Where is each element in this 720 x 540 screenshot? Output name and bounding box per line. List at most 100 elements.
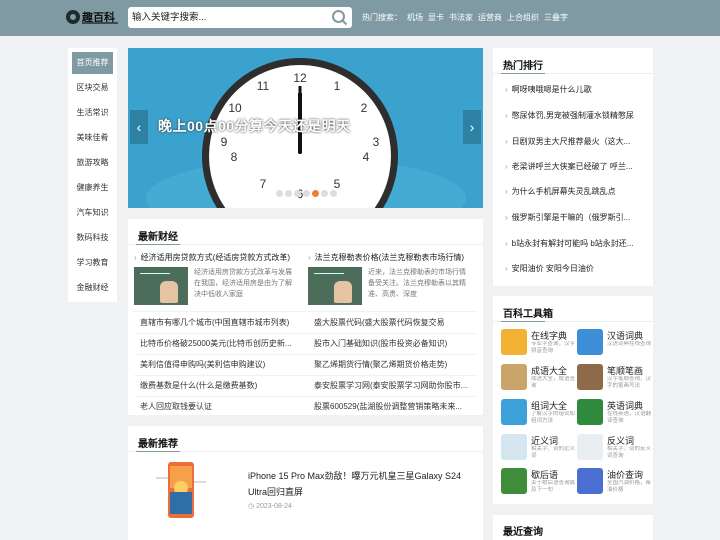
- finance-list-item[interactable]: 老人回应取钱要认证: [140, 396, 302, 417]
- toolbox-title: 百科工具箱: [503, 309, 553, 320]
- banner-prev-button[interactable]: ‹: [130, 110, 148, 144]
- banner-dot[interactable]: [303, 190, 310, 197]
- featured-thumbnail[interactable]: [134, 267, 188, 305]
- hot-rank-item[interactable]: 为什么手机屏幕失灵乱跳乱点: [505, 186, 649, 197]
- banner-dot[interactable]: [321, 190, 328, 197]
- tool-desc: 相关字、词的反义词查询: [607, 446, 651, 459]
- tool-english-dictionary[interactable]: 英语词典 在线英语，汉语翻译查询: [577, 399, 651, 429]
- finance-list-item[interactable]: 股市入门基础知识(股市投资必备知识): [314, 333, 476, 354]
- hot-rank-item[interactable]: 憋尿体罚,男宠被强制灌水锁精憋尿: [505, 110, 649, 121]
- hot-link[interactable]: 显卡: [428, 13, 444, 22]
- tool-idioms[interactable]: 成语大全 成语大全，成语查询: [501, 364, 575, 394]
- nav-item-finance[interactable]: 金融财经: [72, 277, 113, 299]
- clock-number: 8: [231, 150, 238, 164]
- featured-summary: 经济适用房贷款方式改革与发展在我国，经济适用房是由为了解决中低收入家庭: [194, 269, 292, 298]
- tool-stroke-order[interactable]: 笔顺笔画 汉字笔顺查询，汉字的笔画写法: [577, 364, 651, 394]
- nav-item-cars[interactable]: 汽车知识: [72, 202, 113, 224]
- hot-rank-item[interactable]: 安阳油价 安阳今日油价: [505, 263, 649, 274]
- finance-list-item[interactable]: 股票600529(盐湖股份调整营销策略未来...: [314, 396, 476, 417]
- featured-summary: 近来，法兰克穆勒表的市场行情备受关注。法兰克穆勒表以其精准、高贵、深度: [368, 269, 466, 298]
- banner-dot[interactable]: [285, 190, 292, 197]
- search-icon[interactable]: [331, 9, 348, 26]
- recommend-panel: 最新推荐 iPhone 15 Pro Max劲敌！曝万元机皇三星Galaxy S…: [128, 426, 483, 540]
- banner-dot-active[interactable]: [312, 190, 319, 197]
- logo-icon: [66, 10, 80, 24]
- hot-link[interactable]: 上合组织: [507, 13, 539, 22]
- featured-headline[interactable]: 法兰克穆勒表价格(法兰克穆勒表市场行情): [308, 252, 478, 263]
- hot-search-label: 热门搜索：: [362, 13, 402, 22]
- row-divider: [134, 375, 477, 376]
- search-input[interactable]: [128, 7, 328, 28]
- finance-list-item[interactable]: 泰安股票学习网(泰安股票学习网助你股市...: [314, 375, 476, 396]
- abc-icon: [577, 399, 603, 425]
- finance-list-item[interactable]: 比特币价格破25000美元(比特币创历史新...: [140, 333, 302, 354]
- finance-list-item[interactable]: 缴费基数是什么(什么是缴费基数): [140, 375, 302, 396]
- tool-xiehouyu[interactable]: 歇后语 关于歇后语查询篇及下一句: [501, 468, 575, 498]
- clock-number: 1: [334, 79, 341, 93]
- hot-link[interactable]: 机场: [407, 13, 423, 22]
- finance-divider: [128, 244, 483, 245]
- toolbox-panel: 百科工具箱 在线字典 专业字查询，汉字拼音查询 汉语词典 汉语词典在线查询 成语…: [493, 296, 653, 504]
- finance-list-item[interactable]: 直辖市有哪几个城市(中国直辖市城市列表): [140, 312, 302, 333]
- finance-list-item[interactable]: 盛大股票代码(盛大股票代码恢复交易: [314, 312, 476, 333]
- hot-link[interactable]: 运营商: [478, 13, 502, 22]
- row-divider: [134, 354, 477, 355]
- phone-thumbnail[interactable]: [150, 458, 212, 528]
- banner-dot[interactable]: [276, 190, 283, 197]
- banner-carousel[interactable]: 12 11 1 10 2 9 3 8 4 7 6 5 晚上00点00分算今天还是…: [128, 48, 483, 208]
- clock-number: 2: [361, 101, 368, 115]
- hot-link[interactable]: 三叠字: [544, 13, 568, 22]
- tool-desc: 成语大全，成语查询: [531, 376, 575, 389]
- nav-item-education[interactable]: 学习教育: [72, 252, 113, 274]
- banner-caption[interactable]: 晚上00点00分算今天还是明天: [158, 116, 351, 136]
- row-divider: [134, 396, 477, 397]
- recommend-date-row: ◷ 2023-08-24: [248, 502, 292, 510]
- banner-dot[interactable]: [330, 190, 337, 197]
- nav-item-travel[interactable]: 旅游攻略: [72, 152, 113, 174]
- clock-number: 7: [260, 177, 267, 191]
- tool-desc: 了解汉字的组词和组词方法: [531, 411, 575, 424]
- recommend-headline[interactable]: iPhone 15 Pro Max劲敌！曝万元机皇三星Galaxy S24 Ul…: [248, 468, 470, 500]
- nav-item-blockchain[interactable]: 区块交易: [72, 77, 113, 99]
- recommend-divider: [128, 451, 483, 452]
- hot-rank-item[interactable]: b站永封有解封可能吗 b站永封还...: [505, 238, 649, 249]
- banner-next-button[interactable]: ›: [463, 110, 481, 144]
- dictionary-icon: [501, 329, 527, 355]
- finance-list-item[interactable]: 美利信值得申购吗(美利信申购建议): [140, 354, 302, 375]
- nav-item-food[interactable]: 美味佳肴: [72, 127, 113, 149]
- tool-synonyms[interactable]: 近义词 相关字、词的近义词: [501, 434, 575, 464]
- featured-thumbnail[interactable]: [308, 267, 362, 305]
- tool-desc: 全国汽油价格，柴油价格: [607, 480, 651, 493]
- featured-headline[interactable]: 经济适用房贷款方式(经适房贷款方式改革): [134, 252, 302, 263]
- recent-panel: 最近查询: [493, 515, 653, 540]
- tool-desc: 相关字、词的近义词: [531, 446, 575, 459]
- tool-fuel-price[interactable]: 油价查询 全国汽油价格，柴油价格: [577, 468, 651, 498]
- books-icon: [501, 399, 527, 425]
- hot-rank-panel: 热门排行 啊呀咦哦嗯是什么儿歌 憋尿体罚,男宠被强制灌水锁精憋尿 日剧双男主大尺…: [493, 48, 653, 286]
- site-logo[interactable]: 趣百科: [66, 8, 120, 28]
- hot-rank-item[interactable]: 俄罗斯引擎是干嘛的（俄罗斯引...: [505, 212, 649, 223]
- hot-rank-title: 热门排行: [503, 61, 543, 72]
- hot-link[interactable]: 书法家: [449, 13, 473, 22]
- banner-dot[interactable]: [294, 190, 301, 197]
- tool-antonyms[interactable]: 反义词 相关字、词的反义词查询: [577, 434, 651, 464]
- antonym-icon: [577, 434, 603, 460]
- hot-rank-item[interactable]: 日剧双男主大尺推荐最火（这大...: [505, 136, 649, 147]
- nav-item-health[interactable]: 健康养生: [72, 177, 113, 199]
- synonym-icon: [501, 434, 527, 460]
- nav-item-life[interactable]: 生活常识: [72, 102, 113, 124]
- brush-icon: [577, 364, 603, 390]
- tool-dictionary[interactable]: 在线字典 专业字查询，汉字拼音查询: [501, 329, 575, 359]
- top-header: 趣百科 热门搜索： 机场显卡书法家运营商上合组织三叠字: [0, 0, 720, 36]
- tool-word-dictionary[interactable]: 汉语词典 汉语词典在线查询: [577, 329, 651, 359]
- finance-list-item[interactable]: 聚乙烯期货行情(聚乙烯期货价格走势): [314, 354, 476, 375]
- quote-icon: [501, 468, 527, 494]
- toolbox-divider: [493, 321, 653, 322]
- hot-rank-item[interactable]: 啊呀咦哦嗯是什么儿歌: [505, 84, 649, 95]
- search-box: [128, 7, 352, 28]
- nav-item-home[interactable]: 首页推荐: [72, 52, 113, 74]
- hot-rank-item[interactable]: 老梁讲呼兰大侠案已经破了 呼兰...: [505, 161, 649, 172]
- tool-word-groups[interactable]: 组词大全 了解汉字的组词和组词方法: [501, 399, 575, 429]
- nav-item-tech[interactable]: 数码科技: [72, 227, 113, 249]
- clock-number: 4: [363, 150, 370, 164]
